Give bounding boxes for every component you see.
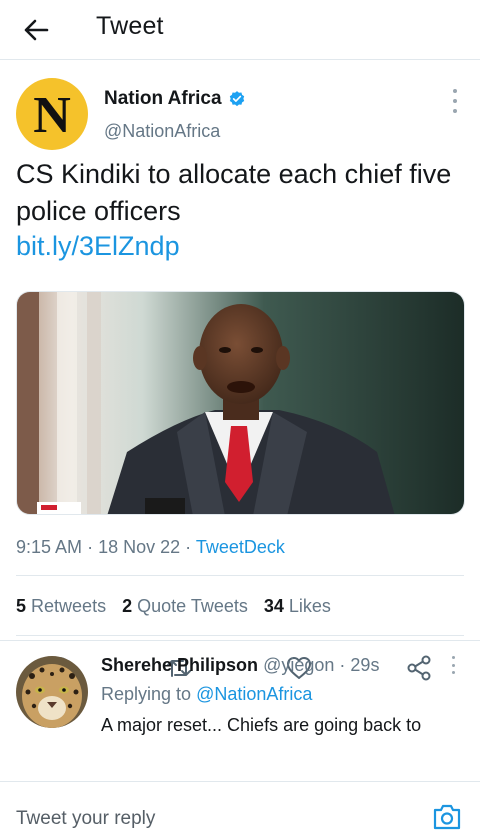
replying-mention[interactable]: @NationAfrica bbox=[196, 684, 312, 704]
top-app-bar: Tweet bbox=[0, 0, 480, 60]
reply-author-row: Sherehe Philipson @yiegon · 29s bbox=[101, 655, 379, 676]
leopard-avatar-image bbox=[16, 656, 88, 728]
more-options-icon[interactable] bbox=[448, 89, 462, 113]
avatar-letter: N bbox=[33, 87, 71, 144]
replying-to: Replying to @NationAfrica bbox=[101, 684, 312, 705]
tweet-photo[interactable] bbox=[16, 291, 465, 515]
reply-separator: · bbox=[339, 655, 346, 675]
reply-author-name[interactable]: Sherehe Philipson bbox=[101, 655, 258, 675]
photo-of-speaker bbox=[17, 292, 464, 514]
page-title: Tweet bbox=[96, 12, 164, 40]
replying-prefix: Replying to bbox=[101, 684, 192, 704]
author-name: Nation Africa bbox=[104, 88, 222, 109]
meta-separator: · bbox=[87, 537, 94, 557]
reply-tweet[interactable]: Sherehe Philipson @yiegon · 29s Replying… bbox=[0, 640, 480, 780]
meta-separator: · bbox=[185, 537, 192, 557]
camera-icon[interactable] bbox=[432, 804, 462, 830]
retweets-stat[interactable]: 5 Retweets bbox=[16, 596, 106, 617]
reply-input[interactable]: Tweet your reply bbox=[16, 808, 155, 830]
reply-author-handle[interactable]: @yiegon bbox=[263, 655, 334, 675]
divider bbox=[16, 575, 464, 576]
divider bbox=[16, 635, 464, 636]
reply-time: 29s bbox=[350, 655, 380, 675]
tweet-source[interactable]: TweetDeck bbox=[196, 537, 285, 557]
tweet-timestamp: 9:15 AM · 18 Nov 22 · TweetDeck bbox=[16, 537, 285, 558]
author-name-row[interactable]: Nation Africa bbox=[104, 88, 246, 110]
likes-stat[interactable]: 34 Likes bbox=[264, 596, 331, 617]
tweet-text: CS Kindiki to allocate each chief five p… bbox=[16, 159, 452, 226]
avatar[interactable]: N bbox=[16, 78, 88, 150]
tweet-stats: 5 Retweets 2 Quote Tweets 34 Likes bbox=[16, 596, 331, 617]
verified-badge-icon bbox=[229, 91, 244, 107]
arrow-left-icon[interactable] bbox=[18, 12, 54, 48]
tweet-link[interactable]: bit.ly/3ElZndp bbox=[16, 231, 180, 262]
reply-composer: Tweet your reply bbox=[0, 781, 480, 833]
avatar[interactable] bbox=[16, 656, 88, 728]
reply-more-options-icon[interactable] bbox=[450, 656, 456, 674]
author-handle[interactable]: @NationAfrica bbox=[104, 121, 220, 142]
tweet-date: 18 Nov 22 bbox=[98, 537, 181, 557]
tweet-time: 9:15 AM bbox=[16, 537, 83, 557]
reply-text: A major reset... Chiefs are going back t… bbox=[101, 715, 422, 735]
quote-tweets-stat[interactable]: 2 Quote Tweets bbox=[122, 596, 248, 617]
